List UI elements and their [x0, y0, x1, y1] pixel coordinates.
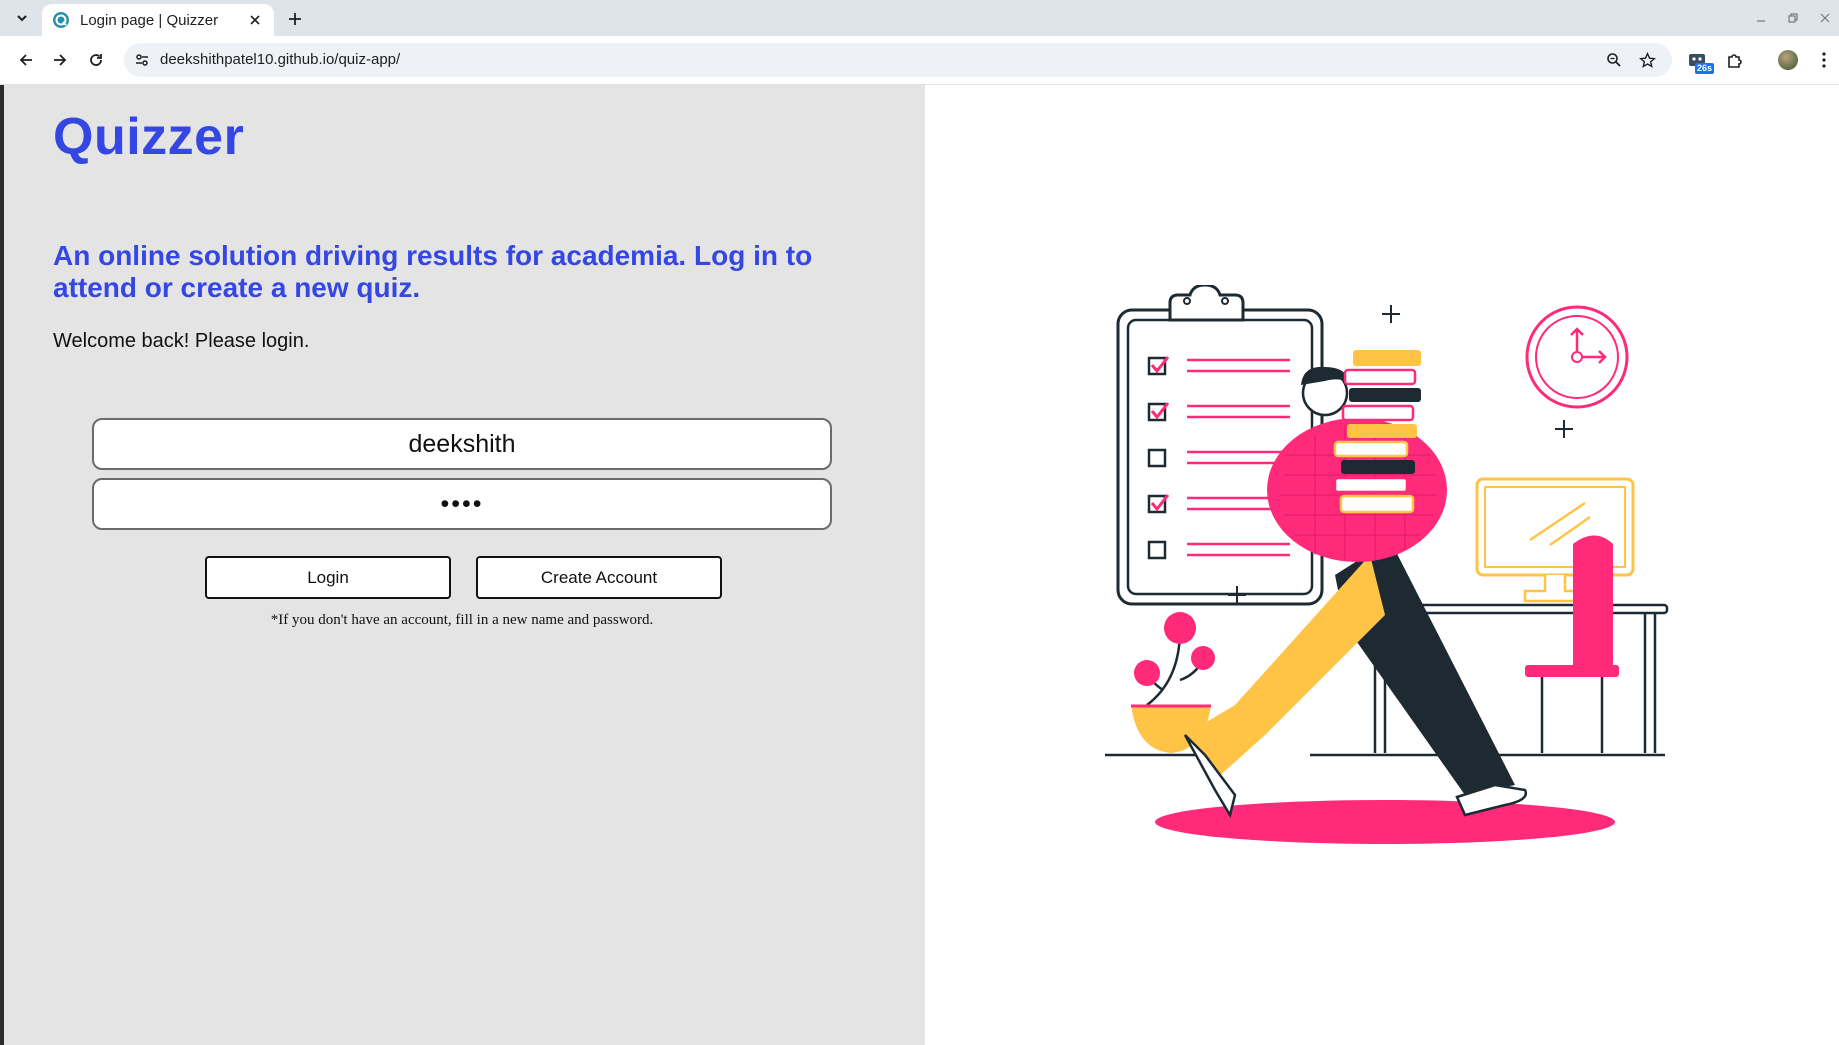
puzzle-icon	[1728, 54, 1742, 68]
url-text[interactable]: deekshithpatel10.github.io/quiz-app/	[160, 51, 400, 68]
minimize-icon	[1757, 20, 1765, 22]
arrow-right-icon	[54, 54, 67, 66]
signup-hint: *If you don't have an account, fill in a…	[270, 612, 654, 628]
login-panel: Quizzer An online solution driving resul…	[4, 85, 925, 1045]
book-stack	[1333, 350, 1421, 514]
site-info-button[interactable]	[132, 50, 152, 70]
extension-badge: 26s	[1695, 63, 1715, 74]
minimize-button[interactable]	[1753, 10, 1769, 26]
bookmark-button[interactable]	[1637, 50, 1657, 70]
username-input[interactable]	[92, 418, 832, 470]
password-input[interactable]	[92, 478, 832, 530]
illustration-panel	[925, 85, 1839, 1045]
welcome-message: Welcome back! Please login.	[53, 330, 310, 352]
zoom-button[interactable]	[1604, 50, 1624, 70]
tab-strip: Login page | Quizzer	[0, 0, 1839, 36]
tab-list-button[interactable]	[10, 6, 34, 30]
tagline: An online solution driving results for a…	[53, 240, 813, 303]
quiz-illustration	[1105, 285, 1669, 844]
profile-avatar[interactable]	[1778, 50, 1798, 70]
address-bar[interactable]: deekshithpatel10.github.io/quiz-app/	[124, 43, 1672, 77]
close-window-button[interactable]	[1817, 10, 1833, 26]
tab-title: Login page | Quizzer	[80, 11, 219, 29]
reload-icon	[90, 54, 102, 66]
tune-icon	[136, 54, 148, 66]
login-button[interactable]: Login	[205, 556, 451, 599]
reload-button[interactable]	[84, 48, 108, 72]
kebab-menu-icon	[1822, 52, 1826, 68]
plus-icon	[289, 13, 301, 25]
active-tab[interactable]: Login page | Quizzer	[42, 4, 274, 36]
star-icon	[1638, 51, 1656, 68]
extension-button[interactable]: 26s	[1685, 48, 1715, 74]
create-account-button[interactable]: Create Account	[476, 556, 722, 599]
browser-toolbar: deekshithpatel10.github.io/quiz-app/ 26s	[0, 36, 1839, 85]
forward-button[interactable]	[48, 48, 72, 72]
new-tab-button[interactable]	[284, 8, 306, 30]
chevron-down-icon	[17, 15, 27, 22]
brand-title: Quizzer	[53, 108, 245, 166]
zoom-icon	[1607, 53, 1621, 67]
clock	[1525, 305, 1629, 409]
extensions-button[interactable]	[1723, 48, 1747, 72]
arrow-left-icon	[19, 54, 32, 66]
browser-menu-button[interactable]	[1812, 48, 1836, 72]
quizzer-favicon-icon	[53, 12, 69, 28]
back-button[interactable]	[14, 48, 38, 72]
restore-button[interactable]	[1785, 10, 1801, 26]
close-icon	[1820, 13, 1830, 23]
tab-close-button[interactable]	[246, 11, 264, 29]
page-content: Quizzer An online solution driving resul…	[0, 85, 1839, 1045]
close-icon	[250, 15, 260, 25]
restore-icon	[1788, 13, 1798, 23]
